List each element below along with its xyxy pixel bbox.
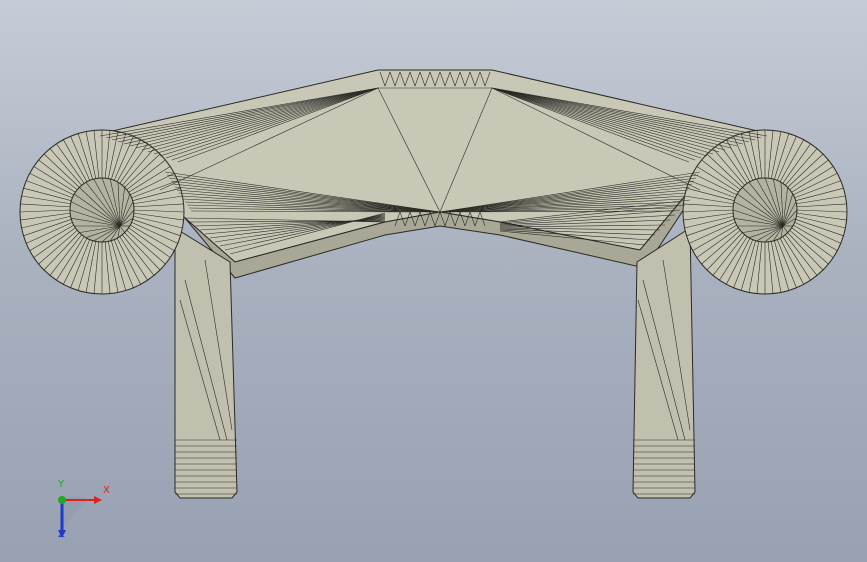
x-axis-arrow [94,496,102,504]
y-axis-dot [58,496,66,504]
bracket-model[interactable] [0,0,867,562]
left-leg [174,227,238,499]
x-axis-label: X [103,485,110,496]
graphics-viewport[interactable]: X Y Z [0,0,867,562]
top-beam [93,69,776,263]
z-axis-label: Z [58,529,65,540]
coordinate-triad[interactable]: X Y Z [40,478,120,548]
y-axis-label: Y [58,479,65,490]
right-leg [632,227,696,499]
triad-plane [62,496,88,528]
